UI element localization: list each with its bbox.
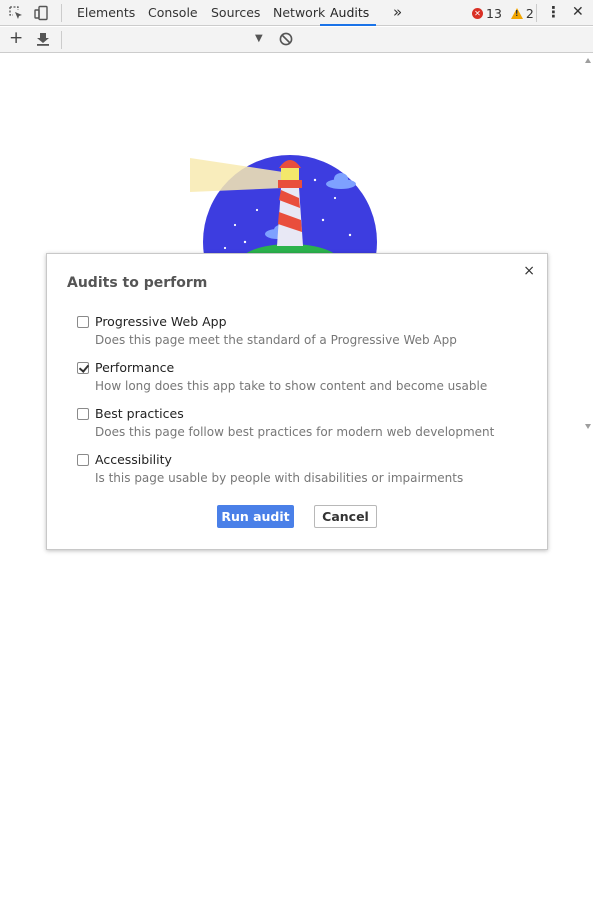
audits-toolbar: + ▼ xyxy=(0,27,593,53)
option-label: Performance xyxy=(95,360,175,375)
new-audit-icon[interactable]: + xyxy=(9,28,23,48)
option-label: Best practices xyxy=(95,406,184,421)
toolbar-divider xyxy=(61,31,62,49)
devtools-tabbar: Elements Console Sources Network Audits … xyxy=(0,0,593,26)
tab-audits[interactable]: Audits xyxy=(320,0,376,26)
device-toolbar-icon[interactable] xyxy=(32,4,50,22)
audits-dialog: Audits to perform × Progressive Web App … xyxy=(46,253,548,550)
progressive-web-app-checkbox[interactable] xyxy=(77,316,89,328)
option-description: Does this page meet the standard of a Pr… xyxy=(95,333,457,347)
clear-reports-icon[interactable] xyxy=(279,32,293,49)
close-devtools-icon[interactable]: ✕ xyxy=(572,0,584,26)
best-practices-checkbox[interactable] xyxy=(77,408,89,420)
option-description: How long does this app take to show cont… xyxy=(95,379,488,393)
dialog-title: Audits to perform xyxy=(67,275,208,291)
dialog-close-icon[interactable]: × xyxy=(523,263,535,279)
warning-count: 2 xyxy=(525,5,534,21)
tab-elements[interactable]: Elements xyxy=(77,0,135,26)
run-audit-button[interactable]: Run audit xyxy=(217,505,294,528)
scroll-up-arrow[interactable] xyxy=(585,58,591,63)
error-count: 13 xyxy=(486,5,502,21)
scroll-down-arrow[interactable] xyxy=(585,424,591,429)
option-label: Progressive Web App xyxy=(95,314,227,329)
option-label: Accessibility xyxy=(95,452,172,467)
tab-sources[interactable]: Sources xyxy=(211,0,260,26)
inspect-element-icon[interactable] xyxy=(7,4,25,22)
more-tabs-icon[interactable]: » xyxy=(393,0,402,26)
report-selector-dropdown[interactable]: ▼ xyxy=(255,33,263,44)
option-description: Does this page follow best practices for… xyxy=(95,425,495,439)
tab-network[interactable]: Network xyxy=(273,0,325,26)
download-report-icon[interactable] xyxy=(36,32,50,49)
error-icon: ✕ xyxy=(472,7,483,19)
issues-counter[interactable]: ✕ 13 2 xyxy=(472,0,534,26)
tab-console[interactable]: Console xyxy=(148,0,198,26)
toolbar-divider xyxy=(536,4,537,22)
cancel-button[interactable]: Cancel xyxy=(314,505,377,528)
accessibility-checkbox[interactable] xyxy=(77,454,89,466)
lighthouse-logo xyxy=(190,155,377,260)
toolbar-divider xyxy=(61,4,62,22)
option-description: Is this page usable by people with disab… xyxy=(95,471,464,485)
performance-checkbox[interactable] xyxy=(77,362,89,374)
warning-icon xyxy=(510,7,523,19)
more-menu-icon[interactable]: ⋮ xyxy=(546,0,561,26)
